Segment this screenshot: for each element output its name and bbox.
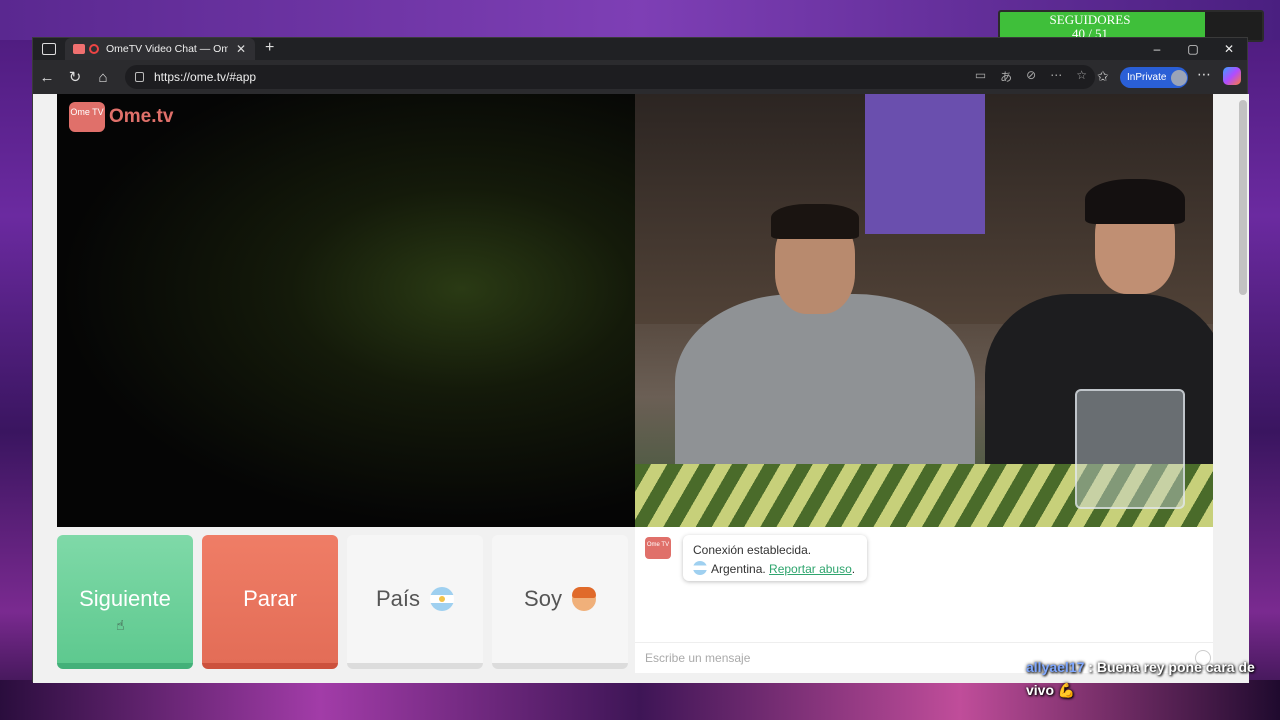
title-bar: OmeTV Video Chat — Omeg ✕ + – ▢ ✕ [33,38,1247,60]
report-abuse-link[interactable]: Reportar abuso [769,562,852,576]
remote-video [635,94,1213,527]
maximize-button[interactable]: ▢ [1175,38,1211,60]
chat-panel: Ome TV Conexión establecida. Argentina. … [635,527,1213,673]
partner-country-line: Argentina. Reportar abuso. [693,560,857,579]
window-controls: – ▢ ✕ [1139,38,1247,60]
message-placeholder: Escribe un mensaje [645,651,751,665]
more-options-icon[interactable]: ⋯ [1197,66,1211,83]
address-bar-row: ← ↻ ⌂ https://ome.tv/#app ▭ あ ⊘ ⋯ ☆ ✩ In… [33,60,1247,94]
back-icon[interactable]: ← [33,69,61,86]
inprivate-label: InPrivate [1127,72,1167,83]
report-suffix: . [851,562,856,576]
inprivate-badge[interactable]: InPrivate [1120,67,1188,88]
ometv-logo-text: Ome.tv [109,106,174,127]
tracking-prevention-icon[interactable]: ⊘ [1026,68,1036,85]
argentina-flag-small-icon [693,561,707,575]
browser-window: OmeTV Video Chat — Omeg ✕ + – ▢ ✕ ← ↻ ⌂ … [32,37,1249,683]
lock-icon[interactable] [135,72,144,82]
gender-button[interactable]: Soy [492,535,628,669]
partner-country: Argentina. [711,562,766,576]
tab-title: OmeTV Video Chat — Omeg [106,43,228,55]
country-button-label: País [375,586,421,611]
next-button[interactable]: Siguiente ☝ [57,535,193,669]
video-glass [1075,389,1185,509]
gender-button-label: Soy [524,586,562,611]
home-icon[interactable]: ⌂ [89,69,117,86]
extensions-icon[interactable]: ⋯ [1050,68,1062,85]
refresh-icon[interactable]: ↻ [61,68,89,86]
ometv-favicon-icon [73,44,85,54]
recording-icon [89,44,99,54]
address-bar-icons: ▭ あ ⊘ ⋯ ☆ [975,68,1087,85]
new-tab-button[interactable]: + [265,39,274,57]
url-text: https://ome.tv/#app [154,70,257,84]
ometv-tv-icon: Ome TV [69,102,105,132]
connection-status: Conexión establecida. [693,543,812,557]
local-video: Ome TV Ome.tv [57,94,635,527]
system-message: Conexión establecida. Argentina. Reporta… [683,535,867,581]
chat-separator: : [1088,659,1093,675]
url-field[interactable]: https://ome.tv/#app ▭ あ ⊘ ⋯ ☆ [125,65,1095,89]
minimize-button[interactable]: – [1139,38,1175,60]
page-content: Ome TV Ome.tv Siguiente ☝ Parar País Soy… [33,94,1249,683]
next-button-label: Siguiente [79,586,171,611]
country-button[interactable]: País [347,535,483,669]
close-tab-icon[interactable]: ✕ [236,42,246,56]
argentina-flag-icon [430,587,455,611]
camera-icon[interactable]: ▭ [975,68,986,85]
chat-username: allyael17 [1026,659,1085,675]
stop-button-label: Parar [243,586,297,611]
tab-ometv[interactable]: OmeTV Video Chat — Omeg ✕ [65,38,255,60]
favorite-star-icon[interactable]: ☆ [1076,68,1087,85]
ometv-chat-avatar-icon: Ome TV [645,537,671,559]
ometv-logo[interactable]: Ome TV Ome.tv [69,102,173,132]
hand-cursor-icon: ☝ [116,617,125,633]
favorites-icon[interactable]: ✩ [1097,68,1109,85]
page-scrollbar[interactable] [1239,100,1247,295]
translate-icon[interactable]: あ [1000,68,1012,85]
copilot-icon[interactable] [1223,67,1241,85]
stop-button[interactable]: Parar [202,535,338,669]
stream-chat-message: allyael17 : Buena rey pone cara de vivo … [1026,656,1276,702]
profile-avatar [1171,69,1188,86]
close-window-button[interactable]: ✕ [1211,38,1247,60]
boy-icon [571,587,596,611]
chat-controls: Siguiente ☝ Parar País Soy [57,535,635,671]
tab-actions-icon[interactable] [42,43,56,55]
followers-label: SEGUIDORES [1049,12,1131,27]
